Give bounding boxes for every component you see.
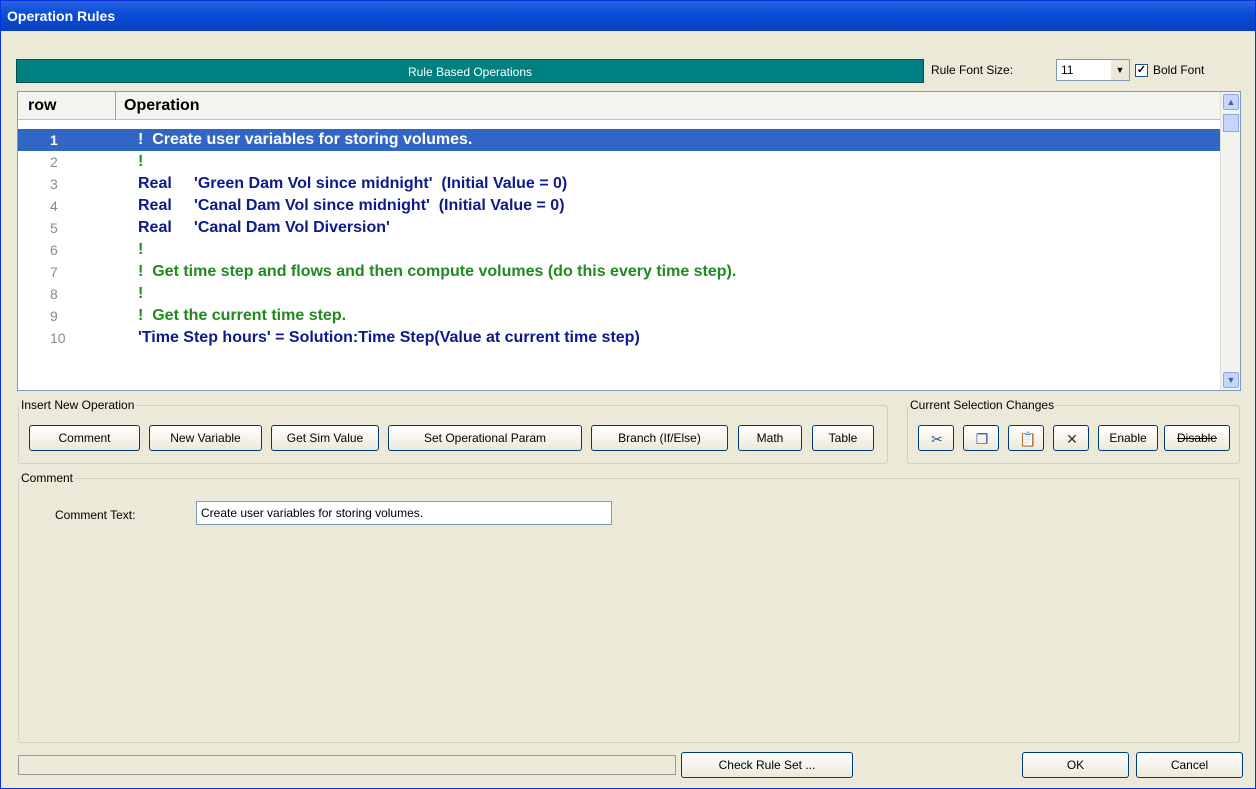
- selection-legend: Current Selection Changes: [910, 398, 1055, 412]
- row-number: 3: [50, 176, 58, 192]
- operation-text: ! Get the current time step.: [138, 307, 347, 324]
- table-row[interactable]: 7 ! Get time step and flows and then comp…: [18, 261, 1221, 283]
- copy-button[interactable]: ❐: [963, 425, 999, 451]
- operation-text: !: [138, 241, 144, 258]
- table-row[interactable]: 4 Real 'Canal Dam Vol since midnight' (In…: [18, 195, 1221, 217]
- scroll-down-icon[interactable]: ▼: [1223, 372, 1239, 388]
- paste-button[interactable]: 📋: [1008, 425, 1044, 451]
- comment-legend: Comment: [21, 471, 74, 485]
- cut-button[interactable]: ✂: [918, 425, 954, 451]
- scroll-up-icon[interactable]: ▲: [1223, 94, 1239, 110]
- row-number: 9: [50, 308, 58, 324]
- row-number: 8: [50, 286, 58, 302]
- operation-text: !: [138, 153, 144, 170]
- font-size-value: 11: [1061, 63, 1074, 77]
- disable-button[interactable]: Disable: [1164, 425, 1230, 451]
- check-rule-set-button[interactable]: Check Rule Set ...: [681, 752, 853, 778]
- window-title: Operation Rules: [7, 8, 116, 24]
- operation-text: Real 'Canal Dam Vol Diversion': [138, 219, 390, 236]
- enable-button[interactable]: Enable: [1098, 425, 1158, 451]
- comment-text-label: Comment Text:: [55, 508, 136, 522]
- operation-text: ! Get time step and flows and then compu…: [138, 263, 737, 280]
- table-row[interactable]: 1 ! Create user variables for storing vol…: [18, 129, 1221, 151]
- insert-legend: Insert New Operation: [21, 398, 135, 412]
- get-sim-value-button[interactable]: Get Sim Value: [271, 425, 379, 451]
- cancel-button[interactable]: Cancel: [1136, 752, 1243, 778]
- row-number: 5: [50, 220, 58, 236]
- table-row[interactable]: 6!: [18, 239, 1221, 261]
- set-operational-param-button[interactable]: Set Operational Param: [388, 425, 582, 451]
- row-number: 4: [50, 198, 58, 214]
- cut-icon: ✂: [931, 431, 943, 447]
- row-number: 6: [50, 242, 58, 258]
- operation-text: !: [138, 285, 144, 302]
- table-row[interactable]: 3 Real 'Green Dam Vol since midnight' (In…: [18, 173, 1221, 195]
- bold-font-label: Bold Font: [1153, 63, 1205, 77]
- scroll-thumb[interactable]: [1223, 114, 1239, 132]
- rule-header: Rule Based Operations: [16, 59, 924, 83]
- row-column-header: row: [28, 97, 57, 114]
- paste-icon: 📋: [1019, 431, 1037, 447]
- row-number: 2: [50, 154, 58, 170]
- table-row[interactable]: 2!: [18, 151, 1221, 173]
- status-bar: [18, 755, 676, 775]
- title-bar: Operation Rules: [1, 1, 1255, 31]
- comment-button[interactable]: Comment: [29, 425, 140, 451]
- chevron-down-icon[interactable]: ▼: [1111, 60, 1129, 80]
- font-size-select[interactable]: 11 ▼: [1056, 59, 1130, 81]
- copy-icon: ❐: [975, 431, 989, 447]
- math-button[interactable]: Math: [738, 425, 802, 451]
- table-row[interactable]: 8!: [18, 283, 1221, 305]
- row-number: 10: [50, 330, 66, 346]
- checkbox-icon[interactable]: ✓: [1135, 63, 1148, 77]
- bold-font-checkbox[interactable]: ✓ Bold Font: [1135, 63, 1204, 77]
- operation-text: ! Create user variables for storing volu…: [138, 131, 473, 148]
- operation-column-header: Operation: [124, 97, 200, 114]
- font-size-label: Rule Font Size:: [931, 63, 1014, 77]
- row-number: 7: [50, 264, 58, 280]
- delete-button[interactable]: ✕: [1053, 425, 1089, 451]
- vertical-scrollbar[interactable]: ▲ ▼: [1220, 92, 1240, 390]
- table-row[interactable]: 10 'Time Step hours' = Solution:Time Step…: [18, 327, 1221, 349]
- operation-text: Real 'Canal Dam Vol since midnight' (Ini…: [138, 197, 565, 214]
- column-divider[interactable]: [115, 92, 116, 120]
- comment-text-field[interactable]: Create user variables for storing volume…: [196, 501, 612, 525]
- operation-rules-window: Operation Rules Rule Based Operations Ru…: [0, 0, 1256, 789]
- delete-icon: ✕: [1066, 431, 1078, 447]
- operation-text: 'Time Step hours' = Solution:Time Step(V…: [138, 329, 640, 346]
- table-row[interactable]: 9 ! Get the current time step.: [18, 305, 1221, 327]
- row-number: 1: [50, 132, 58, 148]
- operations-grid[interactable]: row Operation 1 ! Create user variables f…: [17, 91, 1241, 391]
- operation-text: Real 'Green Dam Vol since midnight' (Ini…: [138, 175, 568, 192]
- new-variable-button[interactable]: New Variable: [149, 425, 262, 451]
- table-button[interactable]: Table: [812, 425, 874, 451]
- ok-button[interactable]: OK: [1022, 752, 1129, 778]
- grid-header: row Operation: [18, 92, 1221, 120]
- table-row[interactable]: 5 Real 'Canal Dam Vol Diversion': [18, 217, 1221, 239]
- branch-if-else-button[interactable]: Branch (If/Else): [591, 425, 728, 451]
